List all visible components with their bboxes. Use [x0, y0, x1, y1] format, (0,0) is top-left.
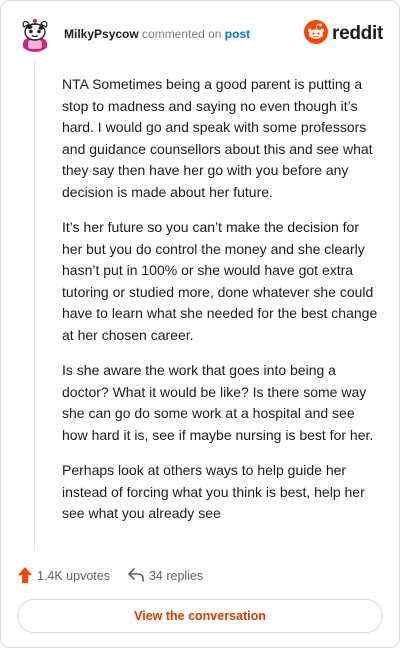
comment-paragraph: NTA Sometimes being a good parent is put… — [62, 76, 373, 200]
upvotes-stat[interactable]: 1.4K upvotes — [18, 566, 110, 586]
comment-header: MilkyPsycow commented on post reddit — [17, 15, 383, 53]
comment-paragraph: Perhaps look at others ways to help guid… — [62, 462, 365, 521]
comment-body: NTA Sometimes being a good parent is put… — [62, 74, 380, 539]
reddit-brand[interactable]: reddit — [304, 19, 383, 49]
username-link[interactable]: MilkyPsycow — [64, 27, 139, 41]
comment-paragraph: Is she aware the work that goes into bei… — [62, 362, 374, 443]
embedded-comment-card: MilkyPsycow commented on post reddit NTA… — [0, 0, 400, 648]
view-conversation-button[interactable]: View the conversation — [17, 599, 383, 633]
reddit-wordmark: reddit — [332, 23, 383, 44]
reply-arrow-icon — [128, 567, 149, 585]
post-link[interactable]: post — [225, 27, 250, 41]
upvote-arrow-icon — [18, 566, 37, 586]
reddit-logo-icon — [304, 19, 329, 49]
snoo-avatar-icon[interactable] — [17, 16, 53, 52]
upvotes-count: 1.4K upvotes — [37, 569, 110, 583]
comment-paragraph: It’s her future so you can’t make the de… — [62, 219, 378, 343]
comment-meta: MilkyPsycow commented on post — [64, 27, 250, 41]
replies-count: 34 replies — [148, 569, 204, 583]
replies-stat[interactable]: 34 replies — [128, 567, 204, 585]
comment-stats: 1.4K upvotes 34 replies — [18, 564, 383, 588]
action-text: commented on — [142, 27, 222, 41]
thread-line — [34, 61, 35, 551]
